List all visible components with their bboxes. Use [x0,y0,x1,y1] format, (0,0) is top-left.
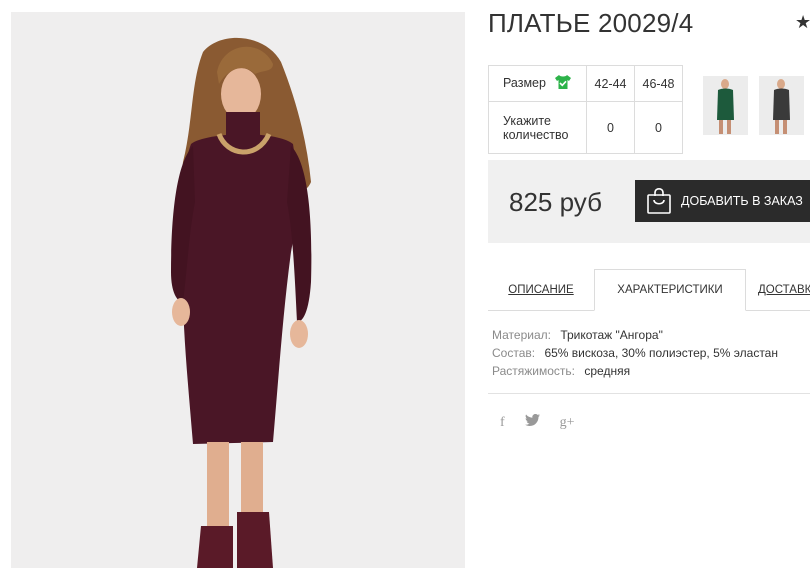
spec-row: Растяжимость: средняя [492,362,778,380]
product-tabs: ОПИСАНИЕ ХАРАКТЕРИСТИКИ ДОСТАВКА [488,269,810,311]
spec-row: Состав: 65% вискоза, 30% полиэстер, 5% э… [492,344,778,362]
size-option-46-48[interactable]: 46-48 [634,65,683,102]
quantity-label: Укажите количество [488,101,587,154]
star-icon[interactable]: ★ [795,12,810,33]
spec-key: Состав: [492,346,536,360]
add-to-cart-label: ДОБАВИТЬ В ЗАКАЗ [681,194,803,208]
shopping-bag-icon [647,188,671,214]
size-label: Размер [503,75,546,90]
add-to-cart-button[interactable]: ДОБАВИТЬ В ЗАКАЗ [635,180,810,222]
specs-list: Материал: Трикотаж "Ангора" Состав: 65% … [492,326,778,380]
spec-key: Материал: [492,328,551,342]
facebook-icon[interactable]: f [500,415,505,431]
product-page: ПЛАТЬЕ 20029/4 ★ Размер 42-44 46-48 Укаж… [0,0,810,568]
size-label-cell: Размер [488,65,587,102]
dress-green-thumbnail[interactable] [703,76,748,135]
price-panel: 825 руб ДОБАВИТЬ В ЗАКАЗ [488,160,810,243]
size-table: Размер 42-44 46-48 Укажите количество 0 … [488,65,683,154]
tab-description[interactable]: ОПИСАНИЕ [488,269,594,311]
product-title: ПЛАТЬЕ 20029/4 [488,8,694,38]
product-photo[interactable] [11,12,465,568]
spec-value: Трикотаж "Ангора" [560,328,663,342]
tab-delivery[interactable]: ДОСТАВКА [758,269,810,311]
spec-value: средняя [584,364,631,378]
twitter-icon[interactable] [524,413,540,431]
googleplus-icon[interactable]: g+ [560,415,575,431]
tab-characteristics[interactable]: ХАРАКТЕРИСТИКИ [594,269,746,311]
spec-key: Растяжимость: [492,364,576,378]
quantity-input-42-44[interactable]: 0 [586,101,635,154]
spec-row: Материал: Трикотаж "Ангора" [492,326,778,344]
spec-value: 65% вискоза, 30% полиэстер, 5% эластан [544,346,778,360]
section-divider [488,393,810,394]
model-in-dress-image [11,12,465,568]
dress-grey-thumbnail[interactable] [759,76,804,135]
product-price: 825 руб [509,187,602,217]
social-share: f g+ [500,413,595,431]
tshirt-check-icon [555,75,572,92]
quantity-input-46-48[interactable]: 0 [634,101,683,154]
size-option-42-44[interactable]: 42-44 [586,65,635,102]
